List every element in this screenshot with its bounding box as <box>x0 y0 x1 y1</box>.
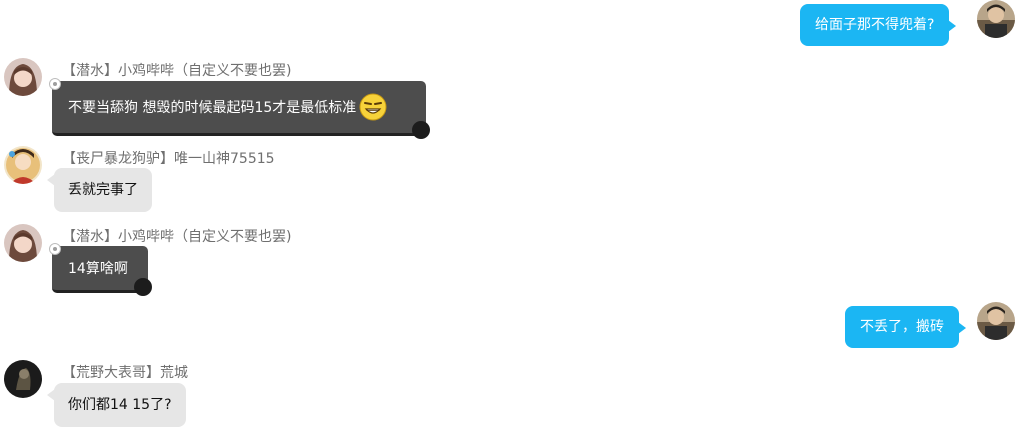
user-avatar[interactable] <box>977 302 1015 340</box>
message-bubble-incoming[interactable]: 不要当舔狗 想毁的时候最起码15才是最低标准 <box>49 78 430 139</box>
message-bubble-outgoing[interactable]: 给面子那不得兜着? <box>800 4 957 46</box>
grin-emoji-icon <box>359 93 387 121</box>
sender-avatar[interactable] <box>4 58 42 96</box>
sender-name: 【潜水】小鸡哔哔（自定义不要也罢) <box>62 229 292 245</box>
sender-avatar[interactable] <box>4 360 42 398</box>
bubble-badge-icon <box>412 121 430 139</box>
sender-name: 【潜水】小鸡哔哔（自定义不要也罢) <box>62 63 292 79</box>
sender-name: 【丧尸暴龙狗驴】唯一山神75515 <box>62 151 275 167</box>
sender-avatar[interactable] <box>4 224 42 262</box>
message-bubble-incoming[interactable]: 你们都14 15了? <box>47 383 186 427</box>
bubble-frame-deco-icon <box>49 78 61 90</box>
message-bubble-incoming[interactable]: 14算啥啊 <box>49 243 152 296</box>
sender-name: 【荒野大表哥】荒城 <box>62 365 188 381</box>
message-bubble-outgoing[interactable]: 不丢了，搬砖 <box>845 306 966 348</box>
chat-window: 给面子那不得兜着? 【潜水】小鸡哔哔（自定义不要也罢) 不要当舔狗 想毁的时候最… <box>0 0 1022 439</box>
user-avatar[interactable] <box>977 0 1015 38</box>
bubble-frame-deco-icon <box>49 243 61 255</box>
sender-avatar[interactable] <box>4 146 42 184</box>
message-text: 不要当舔狗 想毁的时候最起码15才是最低标准 <box>68 100 357 116</box>
message-bubble-incoming[interactable]: 丢就完事了 <box>47 168 152 212</box>
bubble-badge-icon <box>134 278 152 296</box>
message-text: 14算啥啊 <box>68 261 128 277</box>
